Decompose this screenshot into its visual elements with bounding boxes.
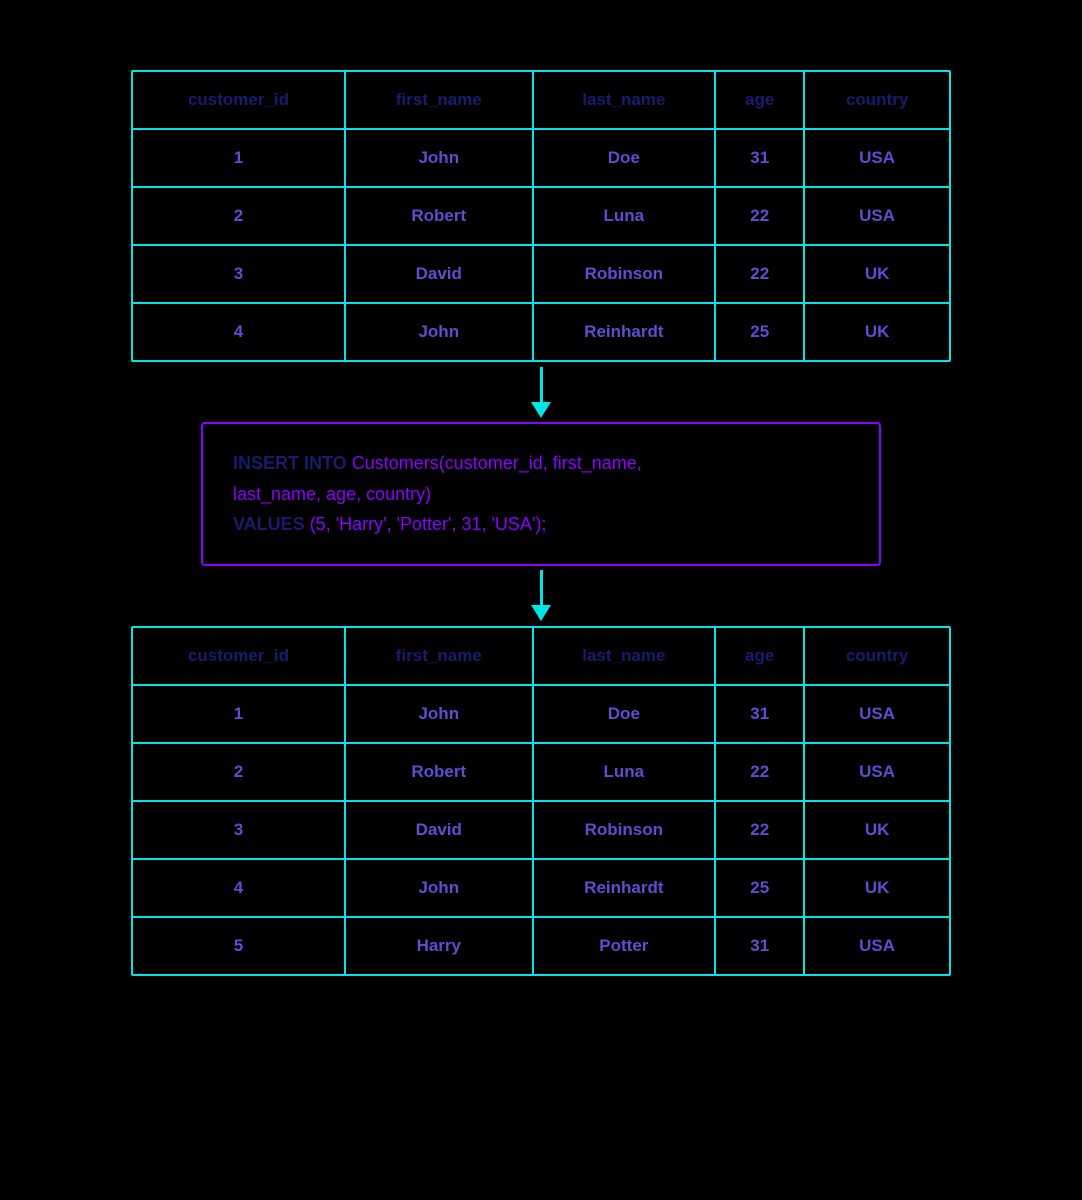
bottom-table-cell: USA	[804, 743, 949, 801]
bottom-table-row: 2RobertLuna22USA	[133, 743, 949, 801]
top-table-row: 4JohnReinhardt25UK	[133, 303, 949, 360]
bottom-table-cell: 31	[715, 685, 804, 743]
top-table-cell: John	[345, 129, 533, 187]
top-table-cell: Luna	[533, 187, 716, 245]
sql-values-rest: (5, 'Harry', 'Potter', 31, 'USA');	[305, 514, 547, 534]
top-col-header-last-name: last_name	[533, 72, 716, 129]
arrow-down-1	[531, 367, 551, 418]
bottom-col-header-country: country	[804, 628, 949, 685]
top-table-cell: 4	[133, 303, 345, 360]
bottom-table-cell: 25	[715, 859, 804, 917]
top-table-cell: 22	[715, 245, 804, 303]
sql-keyword-values: VALUES	[233, 514, 305, 534]
top-table-container: customer_id first_name last_name age cou…	[131, 70, 951, 362]
top-table-body: 1JohnDoe31USA2RobertLuna22USA3DavidRobin…	[133, 129, 949, 360]
arrow-head-1	[531, 402, 551, 418]
bottom-table-cell: 3	[133, 801, 345, 859]
sql-text: INSERT INTO Customers(customer_id, first…	[233, 448, 849, 540]
bottom-col-header-age: age	[715, 628, 804, 685]
bottom-table-cell: Doe	[533, 685, 716, 743]
bottom-table-cell: 5	[133, 917, 345, 974]
bottom-table-cell: Luna	[533, 743, 716, 801]
bottom-table-cell: UK	[804, 859, 949, 917]
bottom-table-cell: Harry	[345, 917, 533, 974]
bottom-table-row: 5HarryPotter31USA	[133, 917, 949, 974]
top-table-cell: UK	[804, 303, 949, 360]
arrow-1	[531, 362, 551, 422]
top-table-row: 3DavidRobinson22UK	[133, 245, 949, 303]
top-table: customer_id first_name last_name age cou…	[133, 72, 949, 360]
arrow-head-2	[531, 605, 551, 621]
bottom-table: customer_id first_name last_name age cou…	[133, 628, 949, 974]
bottom-table-row: 3DavidRobinson22UK	[133, 801, 949, 859]
top-table-cell: Robert	[345, 187, 533, 245]
bottom-table-cell: 1	[133, 685, 345, 743]
bottom-table-cell: 2	[133, 743, 345, 801]
bottom-table-row: 1JohnDoe31USA	[133, 685, 949, 743]
top-table-cell: Doe	[533, 129, 716, 187]
bottom-table-cell: John	[345, 859, 533, 917]
sql-insert-rest: Customers(customer_id, first_name,	[347, 453, 642, 473]
bottom-table-cell: David	[345, 801, 533, 859]
sql-keyword-insert: INSERT INTO	[233, 453, 347, 473]
bottom-table-cell: Robert	[345, 743, 533, 801]
top-col-header-customer-id: customer_id	[133, 72, 345, 129]
top-col-header-first-name: first_name	[345, 72, 533, 129]
top-table-cell: UK	[804, 245, 949, 303]
top-table-cell: 1	[133, 129, 345, 187]
top-table-cell: David	[345, 245, 533, 303]
top-table-row: 1JohnDoe31USA	[133, 129, 949, 187]
arrow-down-2	[531, 570, 551, 621]
bottom-table-cell: Reinhardt	[533, 859, 716, 917]
bottom-table-cell: USA	[804, 917, 949, 974]
top-table-cell: 22	[715, 187, 804, 245]
top-table-cell: USA	[804, 129, 949, 187]
bottom-table-cell: 4	[133, 859, 345, 917]
bottom-table-header-row: customer_id first_name last_name age cou…	[133, 628, 949, 685]
bottom-table-cell: UK	[804, 801, 949, 859]
bottom-table-container: customer_id first_name last_name age cou…	[131, 626, 951, 976]
top-table-header-row: customer_id first_name last_name age cou…	[133, 72, 949, 129]
arrow-line-1	[540, 367, 543, 402]
bottom-table-row: 4JohnReinhardt25UK	[133, 859, 949, 917]
arrow-line-2	[540, 570, 543, 605]
sql-box: INSERT INTO Customers(customer_id, first…	[201, 422, 881, 566]
page-container: customer_id first_name last_name age cou…	[60, 40, 1022, 976]
arrow-2	[531, 566, 551, 626]
top-table-cell: John	[345, 303, 533, 360]
bottom-table-cell: Robinson	[533, 801, 716, 859]
sql-line2: last_name, age, country)	[233, 484, 431, 504]
bottom-col-header-last-name: last_name	[533, 628, 716, 685]
top-table-cell: 2	[133, 187, 345, 245]
top-table-cell: 3	[133, 245, 345, 303]
bottom-table-cell: 31	[715, 917, 804, 974]
top-table-cell: Reinhardt	[533, 303, 716, 360]
bottom-table-cell: 22	[715, 801, 804, 859]
top-table-cell: 31	[715, 129, 804, 187]
bottom-table-cell: USA	[804, 685, 949, 743]
top-table-row: 2RobertLuna22USA	[133, 187, 949, 245]
top-col-header-country: country	[804, 72, 949, 129]
bottom-table-cell: John	[345, 685, 533, 743]
top-table-cell: 25	[715, 303, 804, 360]
bottom-table-cell: Potter	[533, 917, 716, 974]
top-table-cell: Robinson	[533, 245, 716, 303]
bottom-table-cell: 22	[715, 743, 804, 801]
bottom-table-body: 1JohnDoe31USA2RobertLuna22USA3DavidRobin…	[133, 685, 949, 974]
top-table-cell: USA	[804, 187, 949, 245]
top-col-header-age: age	[715, 72, 804, 129]
bottom-col-header-customer-id: customer_id	[133, 628, 345, 685]
bottom-col-header-first-name: first_name	[345, 628, 533, 685]
